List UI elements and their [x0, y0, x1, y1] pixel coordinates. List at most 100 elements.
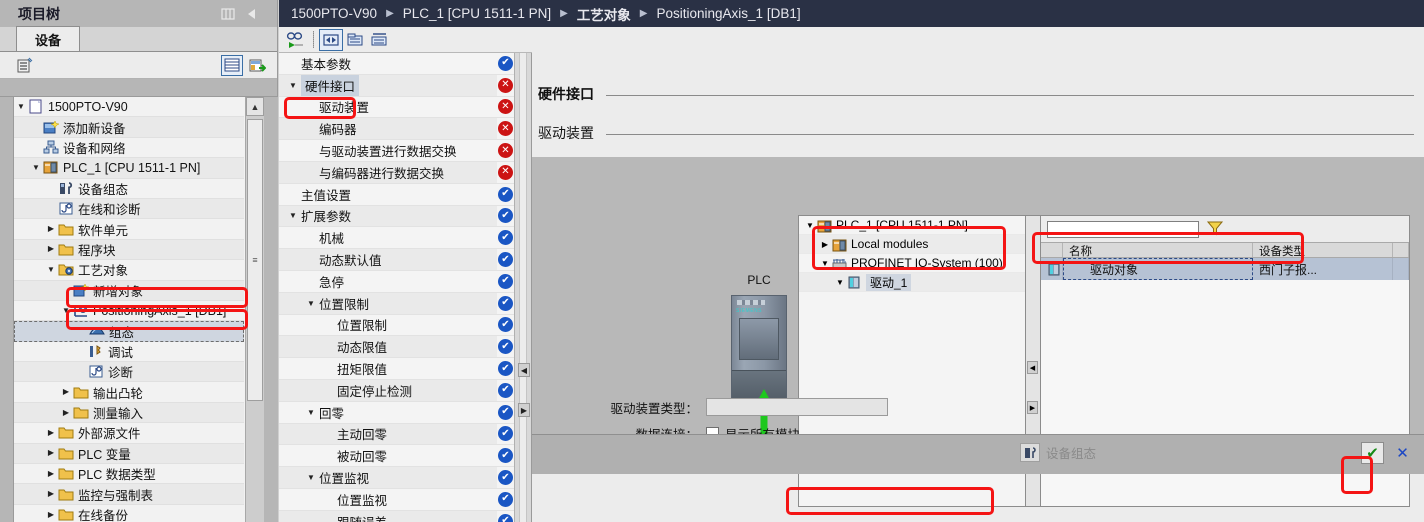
tree-item-5[interactable]: 设备组态 [14, 179, 244, 199]
expand-all-icon[interactable] [343, 29, 367, 51]
param-item-21[interactable]: 位置监视 [279, 489, 497, 511]
param-item-22[interactable]: 跟随误差 [279, 510, 497, 522]
param-item-1[interactable]: 基本参数 [279, 53, 497, 75]
chevron-right-icon[interactable]: ▶ [44, 510, 58, 519]
tree-item-19[interactable]: ▶ PLC 数据类型 [14, 464, 244, 485]
tree-item-13[interactable]: 调试 [14, 342, 244, 363]
device-tree-item-3[interactable]: ▼ PROFINET IO-System (100) [799, 254, 1025, 273]
chevron-down-icon[interactable]: ▼ [285, 81, 301, 90]
param-item-8[interactable]: ▼ 扩展参数 [279, 205, 497, 228]
filter-icon[interactable] [1206, 219, 1224, 240]
chevron-down-icon[interactable]: ▼ [44, 265, 58, 274]
tree-item-21[interactable]: ▶ 在线备份 [14, 505, 244, 522]
export-table-icon[interactable] [246, 55, 268, 76]
splitter-right-arrow[interactable]: ▶ [518, 403, 530, 417]
chevron-right-icon[interactable]: ▶ [44, 449, 58, 457]
chevron-right-icon[interactable]: ▶ [44, 428, 58, 437]
chevron-right-icon[interactable]: ▶ [44, 225, 58, 233]
device-table-column-header-1[interactable]: 名称 [1063, 243, 1253, 257]
collapse-left-icon[interactable] [245, 7, 263, 21]
param-item-14[interactable]: 动态限值 [279, 336, 497, 359]
tree-item-17[interactable]: ▶ 外部源文件 [14, 423, 244, 444]
param-item-2[interactable]: ▼ 硬件接口 [279, 74, 497, 97]
device-tree-item-4[interactable]: ▼ 驱动_1 [799, 273, 1025, 292]
splitter-left-arrow[interactable]: ◀ [518, 363, 530, 377]
chevron-down-icon[interactable]: ▼ [59, 306, 73, 315]
param-item-7[interactable]: 主值设置 [279, 184, 497, 206]
chevron-down-icon[interactable]: ▼ [29, 163, 43, 172]
chevron-down-icon[interactable]: ▼ [14, 102, 28, 111]
chevron-down-icon[interactable]: ▼ [303, 473, 319, 482]
tree-item-12[interactable]: 组态 [14, 321, 244, 342]
param-item-5[interactable]: 与驱动装置进行数据交换 [279, 140, 497, 162]
goggles-icon[interactable] [284, 29, 308, 51]
chevron-down-icon[interactable]: ▼ [285, 211, 301, 220]
tree-vertical-scrollbar[interactable]: ▲ ≡ [245, 97, 264, 522]
param-item-20[interactable]: ▼ 位置监视 [279, 467, 497, 489]
tree-item-18[interactable]: ▶ PLC 变量 [14, 443, 244, 465]
scroll-up-arrow[interactable]: ▲ [246, 97, 264, 116]
param-item-18[interactable]: 主动回零 [279, 423, 497, 446]
chevron-down-icon[interactable]: ▼ [303, 299, 319, 308]
chevron-right-icon[interactable]: ▶ [59, 388, 73, 396]
tree-item-6[interactable]: 在线和诊断 [14, 198, 244, 220]
chevron-right-icon[interactable]: ▶ [59, 408, 73, 417]
param-item-13[interactable]: 位置限制 [279, 315, 497, 337]
columns-icon[interactable] [219, 7, 237, 21]
tree-item-14[interactable]: 诊断 [14, 362, 244, 383]
confirm-button[interactable]: ✔ [1361, 442, 1384, 464]
breadcrumb-item-1[interactable]: 1500PTO-V90 [291, 6, 377, 21]
chevron-down-icon[interactable]: ▼ [833, 278, 847, 287]
tree-item-11[interactable]: ▼ PositioningAxis_1 [DB1] [14, 301, 244, 322]
tree-item-20[interactable]: ▶ 监控与强制表 [14, 484, 244, 505]
tree-item-label: PLC_1 [CPU 1511-1 PN] [63, 160, 201, 175]
new-snapshot-icon[interactable] [14, 55, 36, 76]
tree-item-7[interactable]: ▶ 软件单元 [14, 219, 244, 240]
param-item-15[interactable]: 扭矩限值 [279, 358, 497, 380]
breadcrumb-item-3[interactable]: 工艺对象 [577, 4, 631, 24]
collapse-all-icon[interactable] [367, 29, 391, 51]
breadcrumb-item-4[interactable]: PositioningAxis_1 [DB1] [657, 6, 801, 21]
device-tree-item-2[interactable]: ▶ Local modules [799, 235, 1025, 254]
device-table-column-header-2[interactable]: 设备类型 [1253, 243, 1393, 257]
tree-item-1[interactable]: ▼ 1500PTO-V90 [14, 97, 244, 118]
device-tree-item-1[interactable]: ▼ PLC_1 [CPU 1511-1 PN] [799, 216, 1025, 235]
param-item-12[interactable]: ▼ 位置限制 [279, 292, 497, 315]
param-item-11[interactable]: 急停 [279, 271, 497, 293]
param-item-4[interactable]: 编码器 [279, 118, 497, 141]
chevron-down-icon[interactable]: ▼ [803, 221, 817, 230]
tree-item-15[interactable]: ▶ 输出凸轮 [14, 382, 244, 403]
breadcrumb-item-2[interactable]: PLC_1 [CPU 1511-1 PN] [403, 6, 551, 21]
tree-item-16[interactable]: ▶ 测量输入 [14, 402, 244, 424]
param-item-6[interactable]: 与编码器进行数据交换 [279, 161, 497, 184]
tree-item-8[interactable]: ▶ 程序块 [14, 239, 244, 261]
parameter-nav-splitter[interactable]: ◀ ▶ [514, 53, 532, 522]
chevron-right-icon[interactable]: ▶ [44, 469, 58, 478]
tree-item-4[interactable]: ▼ PLC_1 [CPU 1511-1 PN] [14, 158, 244, 179]
tree-item-2[interactable]: 添加新设备 [14, 117, 244, 138]
device-filter-input[interactable] [1047, 220, 1199, 238]
tree-item-3[interactable]: 设备和网络 [14, 138, 244, 159]
chevron-down-icon[interactable]: ▼ [303, 408, 319, 417]
tree-item-9[interactable]: ▼ 工艺对象 [14, 260, 244, 281]
scroll-thumb[interactable]: ≡ [247, 119, 263, 401]
table-row[interactable]: 驱动对象 西门子报... [1041, 258, 1409, 280]
param-item-3[interactable]: 驱动装置 [279, 97, 497, 119]
chevron-right-icon[interactable]: ▶ [44, 490, 58, 498]
list-view-icon[interactable] [221, 54, 243, 76]
splitter-bar[interactable] [519, 53, 527, 522]
param-item-10[interactable]: 动态默认值 [279, 249, 497, 271]
param-item-9[interactable]: 机械 [279, 227, 497, 250]
chevron-right-icon[interactable]: ▶ [44, 245, 58, 253]
tab-devices[interactable]: 设备 [16, 26, 81, 51]
chevron-down-icon[interactable]: ▼ [818, 259, 832, 268]
param-item-19[interactable]: 被动回零 [279, 445, 497, 468]
device-config-link[interactable]: 设备组态 [1020, 443, 1096, 462]
param-item-16[interactable]: 固定停止检测 [279, 379, 497, 402]
param-item-17[interactable]: ▼ 回零 [279, 402, 497, 424]
chevron-right-icon[interactable]: ▶ [818, 240, 832, 249]
fit-width-icon[interactable] [319, 28, 343, 51]
tree-item-10[interactable]: 新增对象 [14, 280, 244, 301]
devtree-left-arrow[interactable]: ◀ [1027, 361, 1038, 374]
cancel-button[interactable]: ✕ [1391, 442, 1414, 464]
